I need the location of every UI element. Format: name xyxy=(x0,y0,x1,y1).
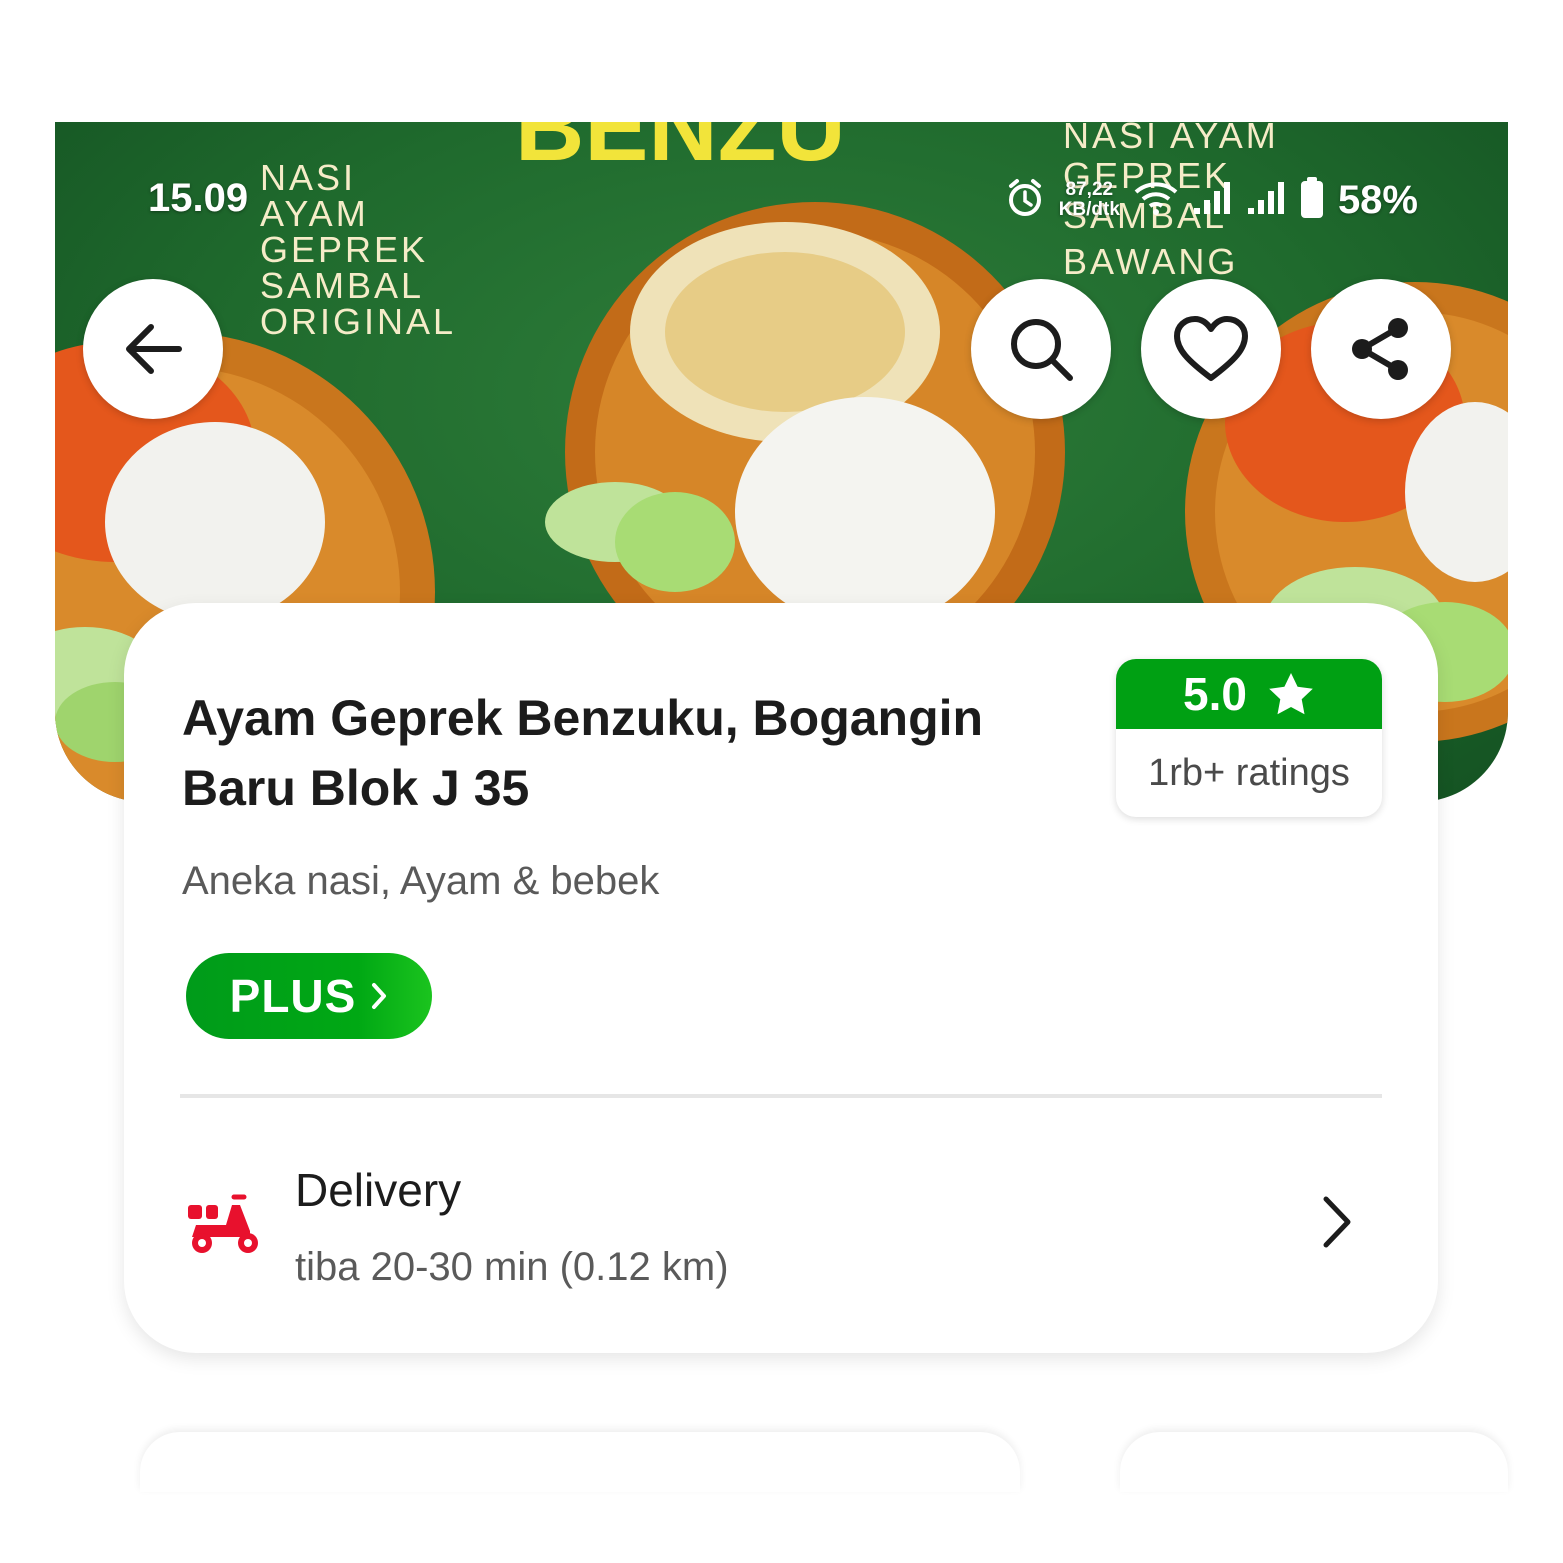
share-icon xyxy=(1352,318,1408,380)
hero-brand-text: BENZU xyxy=(515,122,846,181)
favorite-button[interactable] xyxy=(1141,279,1281,419)
hero-left-text-3: GEPREK xyxy=(260,229,428,270)
delivery-option[interactable]: Delivery tiba 20-30 min (0.12 km) xyxy=(180,1143,1382,1303)
scooter-icon xyxy=(186,1193,262,1260)
wifi-icon xyxy=(1134,180,1178,221)
plus-badge[interactable]: PLUS xyxy=(186,953,432,1039)
net-speed-unit: KB/dtk xyxy=(1058,199,1120,220)
arrow-left-icon xyxy=(126,324,182,374)
alarm-icon xyxy=(1005,178,1045,223)
heart-icon xyxy=(1174,316,1248,381)
divider xyxy=(180,1094,1382,1098)
net-speed: 87,22 KB/dtk xyxy=(1059,180,1120,220)
delivery-eta: tiba 20-30 min (0.12 km) xyxy=(295,1245,729,1289)
hero-left-text-5: ORIGINAL xyxy=(260,301,456,342)
next-card-left xyxy=(140,1432,1020,1492)
search-icon xyxy=(1011,319,1073,381)
hero-right-text-4: BAWANG xyxy=(1063,241,1238,282)
rating-box[interactable]: 5.0 1rb+ ratings xyxy=(1116,659,1382,817)
restaurant-name-line-1: Ayam Geprek Benzuku, Bogangin xyxy=(182,690,984,746)
net-speed-value: 87,22 xyxy=(1065,179,1114,200)
chevron-right-icon xyxy=(372,983,387,1009)
restaurant-name: Ayam Geprek Benzuku, Bogangin Baru Blok … xyxy=(182,683,1082,823)
battery-percent: 58% xyxy=(1337,177,1418,222)
cuisine-label: Aneka nasi, Ayam & bebek xyxy=(182,859,660,903)
ratings-count: 1rb+ ratings xyxy=(1148,751,1350,794)
chevron-right-icon xyxy=(1320,1193,1354,1256)
rating-score: 5.0 xyxy=(1116,659,1382,729)
battery-icon xyxy=(1300,176,1324,224)
hero-left-text-2: AYAM xyxy=(260,193,369,234)
signal-icon-1 xyxy=(1192,180,1232,221)
restaurant-info-card: Ayam Geprek Benzuku, Bogangin Baru Blok … xyxy=(124,603,1438,1353)
next-card-right xyxy=(1120,1432,1508,1492)
restaurant-screen: BENZU NASI AYAM GEPREK SAMBAL ORIGINAL N… xyxy=(0,0,1563,1563)
hero-left-text-4: SAMBAL xyxy=(260,265,424,306)
plus-label: PLUS xyxy=(229,970,357,1022)
restaurant-name-line-2: Baru Blok J 35 xyxy=(182,760,530,816)
status-time: 15.09 xyxy=(148,176,249,220)
status-bar-right: 87,22 KB/dtk 58% xyxy=(1005,172,1418,228)
star-icon xyxy=(1269,673,1313,715)
rating-value: 5.0 xyxy=(1183,668,1247,720)
hero-right-text-1: NASI AYAM xyxy=(1063,122,1279,156)
signal-icon-2 xyxy=(1246,180,1286,221)
back-button[interactable] xyxy=(83,279,223,419)
share-button[interactable] xyxy=(1311,279,1451,419)
search-button[interactable] xyxy=(971,279,1111,419)
delivery-title: Delivery xyxy=(295,1164,462,1216)
hero-left-text-1: NASI xyxy=(260,157,356,198)
